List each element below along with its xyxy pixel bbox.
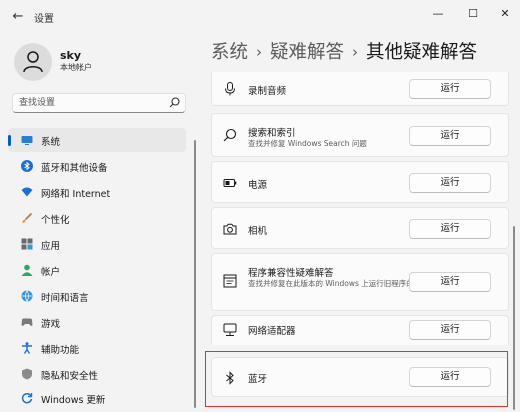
run-button[interactable]: 运行 <box>409 272 491 292</box>
compatibility-icon <box>223 274 237 288</box>
wifi-icon <box>21 187 33 197</box>
sidebar-item-time-language[interactable]: 时间和语言 <box>8 284 186 308</box>
troubleshooter-title: 录制音频 <box>248 86 287 97</box>
sidebar-item-accounts[interactable]: 帐户 <box>8 258 186 282</box>
troubleshooter-title: 电源 <box>248 180 268 191</box>
sidebar-item-privacy[interactable]: 隐私和安全性 <box>8 362 186 386</box>
troubleshooter-program-compatibility: 程序兼容性疑难解答 查找并修复在此版本的 Windows 上运行旧程序的问题 运… <box>211 253 509 311</box>
update-icon <box>21 392 33 404</box>
sidebar-item-label: 帐户 <box>41 267 61 278</box>
sidebar-item-label: 辅助功能 <box>41 345 80 356</box>
sidebar-item-label: 蓝牙和其他设备 <box>41 163 108 174</box>
breadcrumb-separator: › <box>256 43 263 61</box>
run-button[interactable]: 运行 <box>409 79 491 99</box>
troubleshooter-search-indexing: 搜索和索引 查找并修复 Windows Search 问题 运行 <box>211 113 509 157</box>
troubleshooter-title: 程序兼容性疑难解答 <box>248 268 334 279</box>
microphone-icon <box>225 82 235 96</box>
run-button[interactable]: 运行 <box>409 219 491 239</box>
run-button[interactable]: 运行 <box>409 173 491 193</box>
apps-icon <box>21 238 33 250</box>
account-type: 本地帐户 <box>60 63 92 72</box>
search-icon[interactable] <box>169 97 180 108</box>
account-icon <box>21 264 33 276</box>
battery-icon <box>223 179 237 187</box>
search-icon <box>223 128 237 142</box>
game-icon <box>21 318 33 326</box>
selection-indicator <box>8 135 11 146</box>
camera-icon <box>223 223 237 235</box>
search-input[interactable] <box>19 96 169 110</box>
sidebar-item-network[interactable]: 网络和 Internet <box>8 180 186 204</box>
sidebar-item-label: 网络和 Internet <box>41 189 111 200</box>
sidebar-item-label: 游戏 <box>41 319 61 330</box>
sidebar-item-bluetooth[interactable]: 蓝牙和其他设备 <box>8 154 186 178</box>
user-icon <box>23 51 43 73</box>
troubleshooter-recording-audio: 录制音频 运行 <box>211 72 509 106</box>
sidebar-item-label: 系统 <box>41 137 61 148</box>
user-name: sky <box>60 49 82 62</box>
search-box[interactable] <box>12 93 186 113</box>
troubleshooter-title: 相机 <box>248 226 268 237</box>
troubleshooter-description: 查找并修复 Windows Search 问题 <box>248 139 367 148</box>
breadcrumb-system[interactable]: 系统 <box>211 42 248 63</box>
sidebar-scrollbar[interactable] <box>194 140 196 408</box>
troubleshooter-description: 查找并修复在此版本的 Windows 上运行旧程序的问题 <box>248 279 429 288</box>
sidebar-item-label: 隐私和安全性 <box>41 371 99 382</box>
sidebar-item-accessibility[interactable]: 辅助功能 <box>8 336 186 360</box>
breadcrumb: 系统 › 疑难解答 › 其他疑难解答 <box>211 38 477 64</box>
main-scrollbar[interactable] <box>513 226 515 410</box>
accessibility-icon <box>22 342 32 354</box>
avatar[interactable] <box>14 43 52 81</box>
sidebar-item-label: Windows 更新 <box>41 395 106 406</box>
sidebar-item-gaming[interactable]: 游戏 <box>8 310 186 334</box>
breadcrumb-troubleshoot[interactable]: 疑难解答 <box>270 42 344 63</box>
back-arrow-icon[interactable]: ← <box>10 9 26 25</box>
page-title: 其他疑难解答 <box>366 42 478 63</box>
sidebar-item-label: 个性化 <box>41 215 70 226</box>
title-bar: ← 设置 — ☐ ✕ <box>0 0 520 34</box>
sidebar-item-system[interactable]: 系统 <box>8 128 186 152</box>
bluetooth-icon <box>21 160 33 172</box>
troubleshooter-power: 电源 运行 <box>211 161 509 203</box>
highlight-box <box>205 351 508 407</box>
app-title: 设置 <box>34 14 54 25</box>
run-button[interactable]: 运行 <box>409 126 491 146</box>
troubleshooter-title: 搜索和索引 <box>248 128 296 139</box>
maximize-button[interactable]: ☐ <box>463 6 483 22</box>
minimize-button[interactable]: — <box>428 6 448 22</box>
sidebar-item-windows-update[interactable]: Windows 更新 <box>8 386 186 410</box>
close-button[interactable]: ✕ <box>495 6 515 22</box>
troubleshooter-camera: 相机 运行 <box>211 207 509 249</box>
sidebar-item-label: 时间和语言 <box>41 293 89 304</box>
sidebar-item-personalization[interactable]: 个性化 <box>8 206 186 230</box>
brush-icon <box>22 212 33 223</box>
globe-icon <box>21 290 33 302</box>
shield-icon <box>22 368 32 380</box>
breadcrumb-separator: › <box>352 43 359 61</box>
sidebar-item-apps[interactable]: 应用 <box>8 232 186 256</box>
run-button[interactable]: 运行 <box>409 320 491 340</box>
system-icon <box>21 136 33 145</box>
network-adapter-icon <box>223 323 237 336</box>
sidebar-item-label: 应用 <box>41 241 61 252</box>
troubleshooter-network-adapter: 网络适配器 运行 <box>211 315 509 345</box>
troubleshooter-title: 网络适配器 <box>248 326 296 337</box>
